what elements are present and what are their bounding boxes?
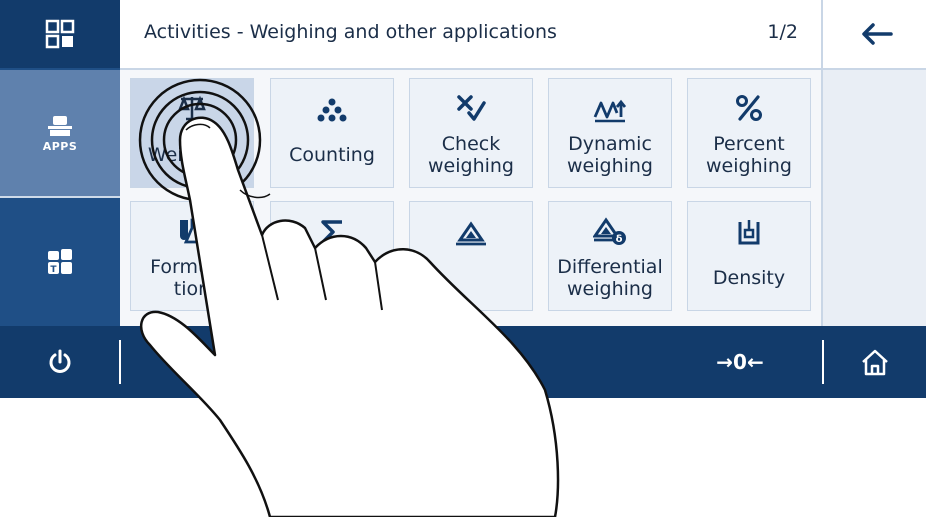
tile-percent-weighing[interactable]: Percent weighing [687, 78, 811, 188]
tile-check-weighing[interactable]: Check weighing [409, 78, 533, 188]
tile-totaling-label [330, 246, 334, 310]
apps-label: APPS [42, 139, 78, 153]
right-side-panel [821, 70, 926, 326]
tile-weighing[interactable]: Weighing [130, 78, 254, 188]
header-bar: Activities - Weighing and other applicat… [120, 0, 820, 68]
footer-divider [119, 340, 121, 384]
tile-formulation-label: Formula-tion [150, 256, 234, 300]
differential-weighing-icon: δ [593, 217, 626, 245]
formulation-flasks-icon [180, 218, 208, 244]
activities-grid: Weighing Counting Check weighing Dynamic w… [120, 70, 821, 326]
dynamic-weighing-icon [593, 99, 627, 123]
tile-check-weighing-label: Check weighing [428, 133, 514, 177]
tile-counting[interactable]: Counting [270, 78, 394, 188]
tile-differential-weighing[interactable]: δ Differential weighing [548, 201, 672, 311]
density-icon [738, 220, 760, 245]
apps-weight-icon [48, 115, 72, 136]
home-button[interactable] [835, 338, 915, 386]
check-weighing-icon [457, 95, 486, 121]
power-icon [49, 349, 71, 373]
weighing-pan-icon [456, 221, 486, 246]
tile-pan-weighing-label [469, 246, 473, 310]
grid-menu-icon [45, 19, 75, 49]
counting-dots-icon [317, 98, 347, 122]
back-button[interactable] [821, 0, 926, 68]
home-icon [862, 349, 888, 376]
tile-formulation[interactable]: Formula-tion [130, 201, 254, 311]
power-button[interactable] [20, 338, 100, 386]
svg-text:T: T [50, 265, 57, 275]
tile-dynamic-weighing-label: Dynamic weighing [567, 133, 653, 177]
tile-weighing-label: Weighing [147, 144, 237, 166]
tile-density[interactable]: Density [687, 201, 811, 311]
percent-icon [736, 95, 762, 121]
sidebar-item-weights[interactable]: T [0, 198, 120, 326]
tile-pan-weighing[interactable] [409, 201, 533, 311]
page-title: Activities - Weighing and other applicat… [144, 21, 557, 43]
balance-scale-icon [178, 95, 206, 121]
arrow-left-icon [861, 23, 893, 45]
sidebar-item-apps[interactable]: APPS [0, 70, 120, 196]
weights-icon: T [48, 249, 72, 275]
tile-differential-weighing-label: Differential weighing [557, 256, 663, 300]
footer-bar: →0← [0, 326, 926, 398]
svg-text:δ: δ [616, 234, 623, 245]
totaling-sigma-icon [321, 220, 342, 244]
tile-density-label: Density [712, 267, 786, 289]
zero-button[interactable]: →0← [690, 338, 790, 386]
tile-percent-weighing-label: Percent weighing [706, 133, 792, 177]
tile-dynamic-weighing[interactable]: Dynamic weighing [548, 78, 672, 188]
tile-totaling[interactable] [270, 201, 394, 311]
app-screen: APPS T Activities - Weighing and other a… [0, 0, 926, 398]
page-indicator: 1/2 [767, 21, 798, 43]
main-menu-button[interactable] [0, 0, 120, 68]
tile-counting-label: Counting [289, 144, 375, 166]
footer-divider [822, 340, 824, 384]
